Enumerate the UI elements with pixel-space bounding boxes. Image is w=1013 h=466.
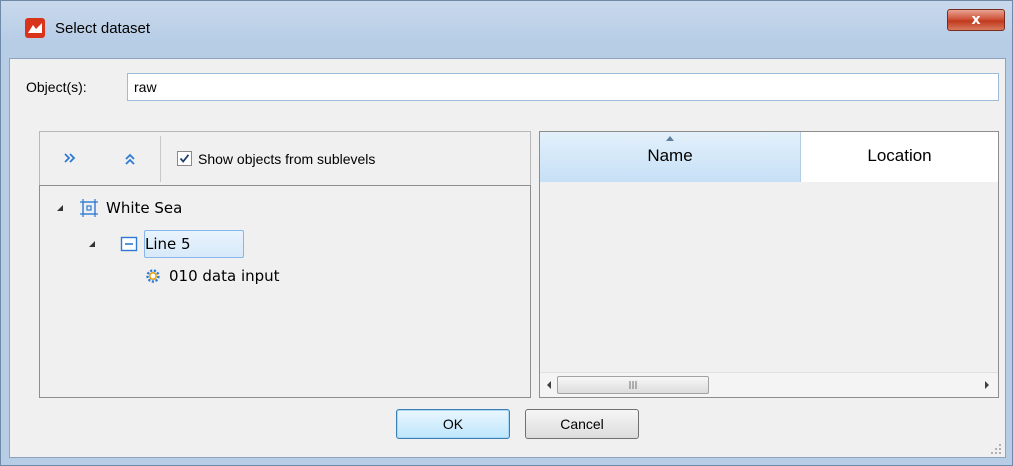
resize-grip-icon[interactable] <box>988 441 1002 455</box>
scrollbar-thumb[interactable] <box>557 376 709 394</box>
expanded-arrow-icon[interactable] <box>56 204 64 212</box>
results-grid[interactable]: Name Location <box>539 131 999 398</box>
expanded-arrow-icon[interactable] <box>88 240 96 248</box>
line-icon <box>120 236 138 252</box>
tree-item-white-sea[interactable]: White Sea <box>40 196 530 220</box>
app-logo-icon <box>25 18 45 38</box>
title-bar[interactable]: Select dataset x <box>1 1 1013 47</box>
window-title: Select dataset <box>55 20 151 37</box>
expand-all-button[interactable] <box>62 152 78 168</box>
scroll-grip-icon <box>629 381 637 389</box>
sort-ascending-icon <box>666 136 674 141</box>
ok-button[interactable]: OK <box>396 409 510 439</box>
objects-label: Object(s): <box>26 79 87 95</box>
tree-item-line-5[interactable]: Line 5 <box>40 232 530 256</box>
collapse-all-button[interactable] <box>122 152 138 168</box>
gear-icon <box>146 269 160 283</box>
scroll-right-arrow-icon[interactable] <box>982 379 992 391</box>
double-chevron-up-icon <box>125 153 135 165</box>
toolbar-divider <box>160 136 161 182</box>
dialog-window: Select dataset x Object(s): raw Show obj… <box>0 0 1013 466</box>
tree-item-label: 010 data input <box>169 267 280 285</box>
tree-item-010-data-input[interactable]: 010 data input <box>40 264 530 288</box>
horizontal-scrollbar[interactable] <box>540 372 998 397</box>
column-header-label: Location <box>867 146 932 165</box>
show-sublevels-label[interactable]: Show objects from sublevels <box>198 151 375 167</box>
column-header-label: Name <box>647 146 693 165</box>
tree-item-label: Line 5 <box>145 235 191 253</box>
dialog-body: Object(s): Show objects from sublevels <box>9 58 1006 458</box>
close-button[interactable]: x <box>947 9 1005 31</box>
close-icon: x <box>971 12 981 28</box>
show-sublevels-checkbox[interactable] <box>177 151 192 166</box>
checkmark-icon <box>179 154 190 163</box>
cancel-button[interactable]: Cancel <box>525 409 639 439</box>
scroll-left-arrow-icon[interactable] <box>544 379 554 391</box>
column-header-location[interactable]: Location <box>801 132 998 182</box>
double-chevron-right-icon <box>64 153 76 163</box>
dataset-tree[interactable]: White Sea Line 5 010 data input <box>39 185 531 398</box>
survey-icon <box>80 199 98 217</box>
grid-header: Name Location <box>540 132 998 182</box>
objects-filter-input[interactable] <box>127 73 999 101</box>
tree-toolbar: Show objects from sublevels <box>39 131 531 185</box>
tree-item-label: White Sea <box>106 199 183 217</box>
column-header-name[interactable]: Name <box>540 132 801 182</box>
